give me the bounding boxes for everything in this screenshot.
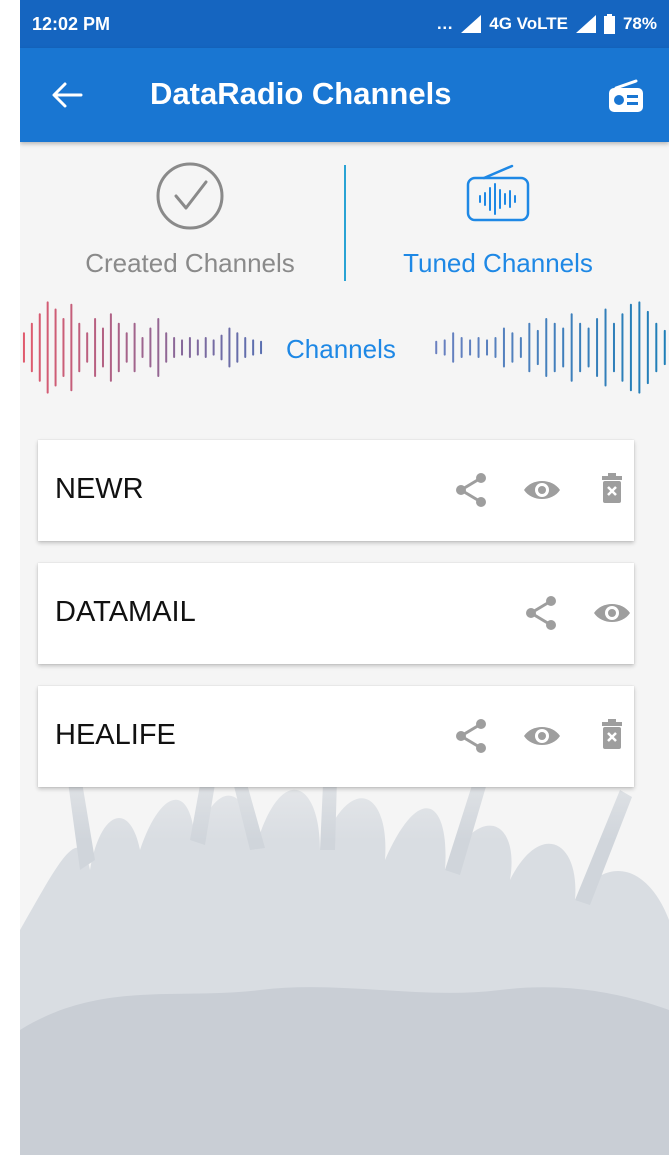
status-indicators: … 4G VoLTE 78% — [436, 14, 657, 34]
channel-name: NEWR — [55, 473, 144, 505]
delete-icon[interactable] — [592, 716, 632, 756]
signal-icon — [461, 15, 482, 33]
status-time: 12:02 PM — [32, 13, 111, 34]
more-dots-icon: … — [436, 14, 454, 33]
radio-wave-icon — [466, 164, 530, 222]
share-icon[interactable] — [522, 593, 562, 633]
tab-created-label: Created Channels — [85, 248, 295, 278]
radio-icon[interactable] — [606, 76, 646, 116]
status-bar: 12:02 PM … 4G VoLTE 78% — [20, 0, 669, 48]
delete-icon[interactable] — [592, 470, 632, 510]
tab-created-channels[interactable]: Created Channels — [40, 160, 340, 290]
battery-icon — [603, 14, 615, 34]
check-circle-icon — [156, 162, 224, 230]
tab-divider — [344, 165, 346, 281]
sound-wave-left-decoration — [22, 301, 263, 394]
eye-icon[interactable] — [592, 593, 632, 633]
tab-tuned-label: Tuned Channels — [403, 248, 593, 278]
page-title: DataRadio Channels — [150, 76, 452, 111]
battery-label: 78% — [622, 14, 657, 33]
sound-wave-right-decoration — [435, 301, 666, 394]
share-icon[interactable] — [452, 470, 492, 510]
channel-card[interactable]: DATAMAIL — [38, 563, 634, 664]
channel-card[interactable]: NEWR — [38, 440, 634, 541]
share-icon[interactable] — [452, 716, 492, 756]
app-frame: 12:02 PM … 4G VoLTE 78% DataRadio Channe… — [20, 0, 669, 1155]
channel-name: HEALIFE — [55, 719, 176, 751]
eye-icon[interactable] — [522, 716, 562, 756]
signal-icon-2 — [575, 15, 596, 33]
channel-card[interactable]: HEALIFE — [38, 686, 634, 787]
network-label: 4G VoLTE — [489, 14, 568, 33]
eye-icon[interactable] — [522, 470, 562, 510]
arrow-back-icon[interactable] — [50, 78, 84, 112]
tab-tuned-channels[interactable]: Tuned Channels — [348, 160, 648, 290]
app-bar: DataRadio Channels — [20, 48, 669, 142]
channels-heading: Channels — [286, 334, 396, 364]
channel-name: DATAMAIL — [55, 596, 196, 628]
